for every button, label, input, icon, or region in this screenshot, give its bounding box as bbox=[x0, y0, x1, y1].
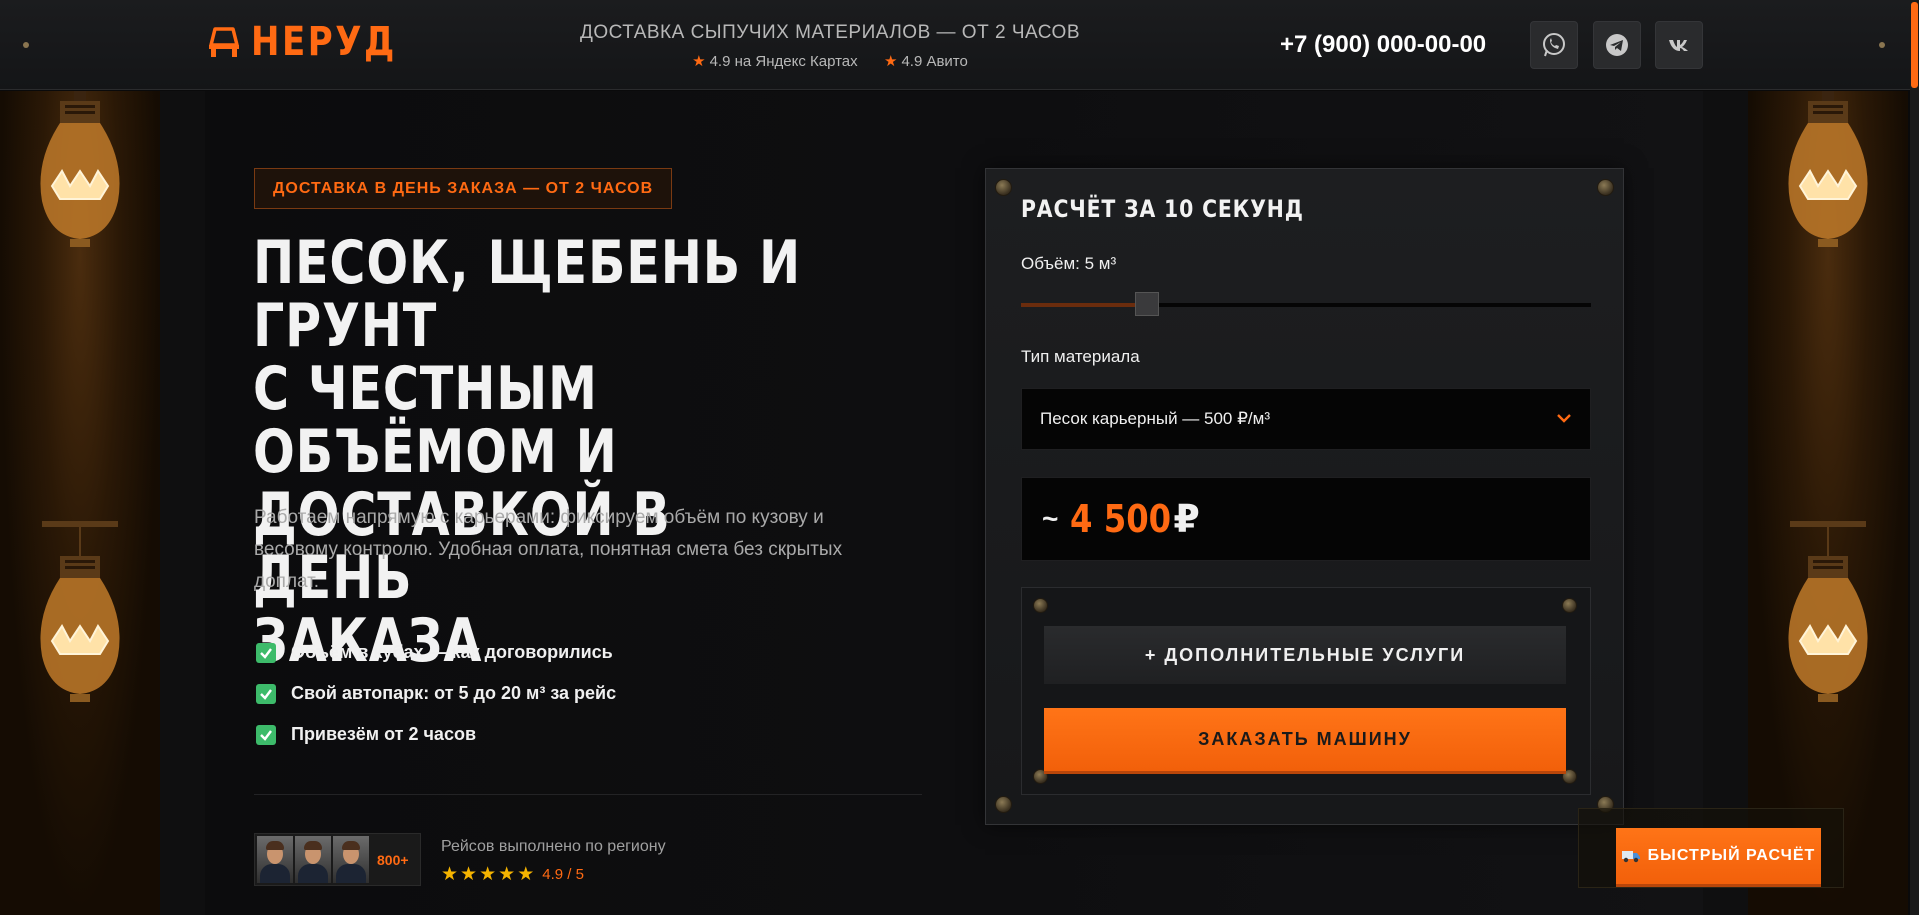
order-truck-button[interactable]: ЗАКАЗАТЬ МАШИНУ bbox=[1044, 708, 1566, 774]
rating-stars: ★ ★ ★ ★ ★ 4.9 / 5 bbox=[441, 863, 584, 886]
whatsapp-button[interactable] bbox=[1530, 21, 1578, 69]
checkbox-icon bbox=[256, 683, 276, 704]
slider-fill bbox=[1021, 303, 1147, 307]
lamp-icon bbox=[40, 556, 120, 702]
rating-avito: 4.9 Авито bbox=[901, 53, 968, 70]
calculator-panel: РАСЧЁТ ЗА 10 СЕКУНД Объём: 5 м³ Тип мате… bbox=[985, 168, 1624, 825]
left-band bbox=[160, 91, 205, 915]
trips-count: 800+ bbox=[377, 851, 409, 868]
rating-yandex: 4.9 на Яндекс Картах bbox=[709, 53, 858, 70]
star-icon: ★ bbox=[517, 864, 535, 885]
checkbox-icon bbox=[256, 724, 276, 745]
lamp-wire bbox=[1827, 527, 1829, 557]
phone-link[interactable]: +7 (900) 000-00-00 bbox=[1280, 31, 1486, 59]
material-selected-value: Песок карьерный — 500 ₽/м³ bbox=[1040, 409, 1270, 428]
right-lamp-column bbox=[1748, 91, 1908, 915]
truck-icon bbox=[1621, 851, 1640, 863]
site-header: НЕРУД ДОСТАВКА СЫПУЧИХ МАТЕРИАЛОВ — ОТ 2… bbox=[0, 0, 1910, 90]
feature-item: Привезём от 2 часов bbox=[256, 714, 616, 755]
star-icon: ★ bbox=[479, 864, 497, 885]
bolt-icon bbox=[995, 179, 1012, 196]
brand-name: НЕРУД bbox=[251, 19, 397, 65]
lamp-icon bbox=[40, 91, 120, 247]
feature-text: Привезём от 2 часов bbox=[291, 724, 477, 744]
bolt-icon bbox=[995, 796, 1012, 813]
price-display: ~ 4 500 ₽ bbox=[1021, 477, 1591, 561]
star-icon: ★ bbox=[883, 53, 898, 70]
material-label: Тип материала bbox=[1021, 347, 1140, 366]
quick-calc-button[interactable]: БЫСТРЫЙ РАСЧЁТ bbox=[1616, 828, 1821, 887]
whatsapp-icon bbox=[1543, 33, 1565, 57]
feature-item: Объём в кубах — как договорились bbox=[256, 632, 616, 673]
avatar bbox=[295, 836, 331, 883]
extra-services-button[interactable]: + ДОПОЛНИТЕЛЬНЫЕ УСЛУГИ bbox=[1044, 626, 1566, 684]
header-tagline: ДОСТАВКА СЫПУЧИХ МАТЕРИАЛОВ — ОТ 2 ЧАСОВ bbox=[580, 22, 1080, 43]
chevron-down-icon bbox=[1556, 410, 1572, 428]
star-icon: ★ bbox=[692, 53, 706, 70]
feature-item: Свой автопарк: от 5 до 20 м³ за рейс bbox=[256, 673, 616, 714]
rating-score: 4.9 / 5 bbox=[542, 866, 584, 883]
price-value: 4 500 bbox=[1070, 497, 1172, 541]
avatar bbox=[257, 836, 293, 883]
hero-title-line: ПЕСОК, ЩЕБЕНЬ И ГРУНТ bbox=[253, 228, 801, 361]
telegram-icon bbox=[1606, 34, 1628, 56]
header-rivet bbox=[1879, 42, 1885, 48]
header-rivet bbox=[23, 42, 29, 48]
star-icon: ★ bbox=[460, 864, 478, 885]
star-icon: ★ bbox=[498, 864, 516, 885]
bolt-icon bbox=[1033, 598, 1048, 613]
lamp-icon bbox=[1788, 91, 1868, 247]
quick-calc-label: БЫСТРЫЙ РАСЧЁТ bbox=[1647, 847, 1816, 864]
actions-panel: + ДОПОЛНИТЕЛЬНЫЕ УСЛУГИ ЗАКАЗАТЬ МАШИНУ bbox=[1021, 587, 1591, 795]
header-ratings: ★ 4.9 на Яндекс Картах ★ 4.9 Авито bbox=[560, 52, 1100, 70]
feature-text: Свой автопарк: от 5 до 20 м³ за рейс bbox=[291, 683, 617, 703]
volume-slider[interactable] bbox=[1021, 292, 1591, 316]
section-divider bbox=[254, 794, 922, 795]
trips-label: Рейсов выполнено по региону bbox=[441, 838, 666, 855]
left-lamp-column bbox=[0, 91, 160, 915]
telegram-button[interactable] bbox=[1593, 21, 1641, 69]
avatar bbox=[333, 836, 369, 883]
delivery-badge: ДОСТАВКА В ДЕНЬ ЗАКАЗА — ОТ 2 ЧАСОВ bbox=[254, 168, 673, 209]
material-select[interactable]: Песок карьерный — 500 ₽/м³ bbox=[1021, 388, 1591, 450]
hero-title: ПЕСОК, ЩЕБЕНЬ И ГРУНТ С ЧЕСТНЫМ ОБЪЁМОМ … bbox=[253, 232, 827, 673]
feature-list: Объём в кубах — как договорились Свой ав… bbox=[256, 632, 616, 755]
slider-thumb[interactable] bbox=[1135, 292, 1159, 316]
lamp-icon bbox=[1788, 556, 1868, 702]
logo-link[interactable]: НЕРУД bbox=[207, 22, 423, 62]
volume-label: Объём: 5 м³ bbox=[1021, 254, 1117, 273]
feature-text: Объём в кубах — как договорились bbox=[291, 642, 613, 662]
star-icon: ★ bbox=[441, 864, 459, 885]
scrollbar-thumb[interactable] bbox=[1911, 2, 1918, 88]
vk-button[interactable] bbox=[1655, 21, 1703, 69]
hero-description: Работаем напрямую с карьерами: фиксируем… bbox=[254, 507, 843, 592]
hero-title-line: С ЧЕСТНЫМ ОБЪЁМОМ И bbox=[253, 354, 618, 487]
price-currency: ₽ bbox=[1173, 497, 1200, 541]
customer-avatars: 800+ bbox=[254, 833, 421, 886]
checkbox-icon bbox=[256, 642, 276, 663]
vk-icon bbox=[1669, 40, 1688, 51]
price-prefix: ~ bbox=[1042, 503, 1059, 534]
scrollbar[interactable] bbox=[1910, 0, 1919, 915]
bolt-icon bbox=[1562, 598, 1577, 613]
lamp-wire bbox=[79, 527, 81, 557]
bolt-icon bbox=[1597, 179, 1614, 196]
calculator-title: РАСЧЁТ ЗА 10 СЕКУНД bbox=[1021, 195, 1304, 223]
right-band bbox=[1703, 91, 1748, 915]
dump-truck-icon bbox=[209, 27, 239, 57]
